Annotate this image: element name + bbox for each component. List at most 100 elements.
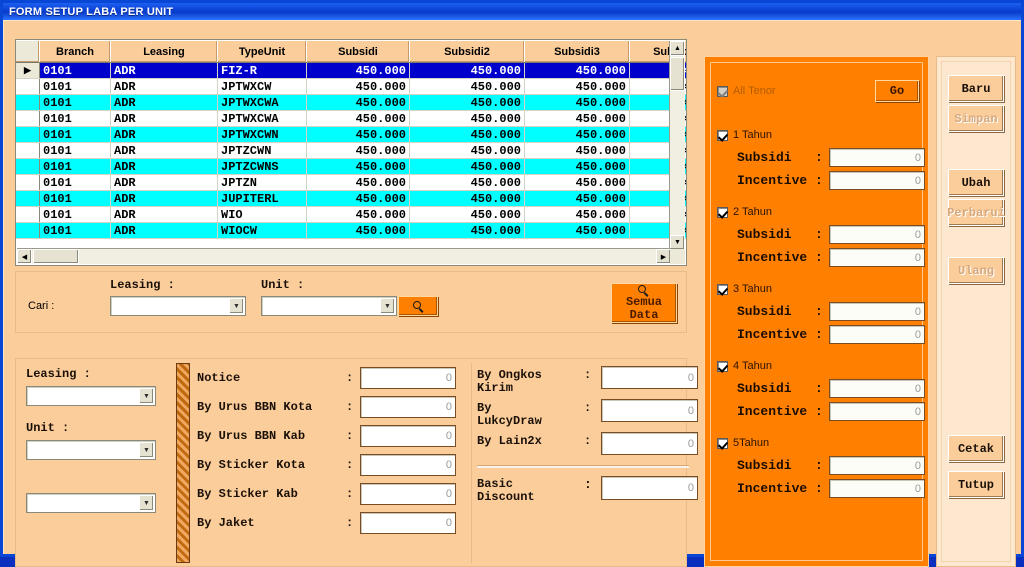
- cell-typeunit[interactable]: JUPITERL: [217, 190, 307, 207]
- cell-subsidi2[interactable]: 450.000: [409, 62, 525, 79]
- tenor-subsidi-input-4[interactable]: 0: [829, 379, 925, 398]
- row-selector-cell[interactable]: [16, 174, 40, 191]
- cell-subsidi[interactable]: 450.000: [306, 110, 410, 127]
- table-row[interactable]: 0101ADRJPTWXCWN450.000450.000450.000450.…: [16, 126, 686, 143]
- row-selector-cell[interactable]: ▶: [16, 62, 40, 79]
- row-selector-cell[interactable]: [16, 110, 40, 127]
- search-button[interactable]: [398, 296, 438, 316]
- tenor-incentive-input-4[interactable]: 0: [829, 402, 925, 421]
- cell-subsidi3[interactable]: 450.000: [524, 222, 630, 239]
- tenor-incentive-input-5[interactable]: 0: [829, 479, 925, 498]
- cell-typeunit[interactable]: JPTZCWNS: [217, 158, 307, 175]
- table-row[interactable]: 0101ADRJPTWXCWA450.000450.000450.000450.…: [16, 110, 686, 127]
- tenor-checkbox-1[interactable]: [717, 130, 728, 141]
- cell-subsidi[interactable]: 450.000: [306, 142, 410, 159]
- table-row[interactable]: 0101ADRWIO450.000450.000450.000450.0: [16, 206, 686, 223]
- cell-typeunit[interactable]: JPTWXCWA: [217, 110, 307, 127]
- cell-typeunit[interactable]: JPTZCWN: [217, 142, 307, 159]
- cell-subsidi[interactable]: 450.000: [306, 94, 410, 111]
- column-header-typeunit[interactable]: TypeUnit: [217, 40, 307, 63]
- column-header-subsidi2[interactable]: Subsidi2: [409, 40, 525, 63]
- tenor-subsidi-input-3[interactable]: 0: [829, 302, 925, 321]
- cell-subsidi3[interactable]: 450.000: [524, 174, 630, 191]
- column-header-subsidi3[interactable]: Subsidi3: [524, 40, 630, 63]
- cell-branch[interactable]: 0101: [39, 110, 111, 127]
- scroll-left-icon[interactable]: ◀: [17, 249, 32, 264]
- table-row[interactable]: 0101ADRJPTWXCW450.000450.000450.000450.0: [16, 78, 686, 95]
- scroll-up-icon[interactable]: ▲: [670, 41, 685, 56]
- cell-subsidi3[interactable]: 450.000: [524, 142, 630, 159]
- cell-leasing[interactable]: ADR: [110, 158, 218, 175]
- cell-leasing[interactable]: ADR: [110, 126, 218, 143]
- cell-leasing[interactable]: ADR: [110, 190, 218, 207]
- cell-leasing[interactable]: ADR: [110, 78, 218, 95]
- tenor-subsidi-input-5[interactable]: 0: [829, 456, 925, 475]
- row-selector-cell[interactable]: [16, 158, 40, 175]
- row-selector-cell[interactable]: [16, 206, 40, 223]
- detail-extra-combo[interactable]: ▼: [26, 493, 156, 513]
- table-row[interactable]: 0101ADRJPTZCWNS450.000450.000450.000450.…: [16, 158, 686, 175]
- field-input-5[interactable]: 0: [360, 512, 456, 534]
- cell-subsidi[interactable]: 450.000: [306, 190, 410, 207]
- field-input-2[interactable]: 0: [360, 425, 456, 447]
- table-row[interactable]: 0101ADRWIOCW450.000450.000450.000450.0: [16, 222, 686, 239]
- tenor-incentive-input-1[interactable]: 0: [829, 171, 925, 190]
- cell-branch[interactable]: 0101: [39, 222, 111, 239]
- scroll-right-icon[interactable]: ▶: [656, 249, 671, 264]
- chevron-down-icon[interactable]: ▼: [229, 298, 244, 314]
- chevron-down-icon[interactable]: ▼: [139, 388, 154, 404]
- cell-subsidi[interactable]: 450.000: [306, 206, 410, 223]
- cell-branch[interactable]: 0101: [39, 142, 111, 159]
- grid-horizontal-scrollbar[interactable]: ◀ ▶: [17, 248, 671, 264]
- cell-subsidi[interactable]: 450.000: [306, 78, 410, 95]
- scroll-down-icon[interactable]: ▼: [670, 235, 685, 250]
- cell-subsidi[interactable]: 450.000: [306, 62, 410, 79]
- cell-branch[interactable]: 0101: [39, 158, 111, 175]
- cell-typeunit[interactable]: JPTZN: [217, 174, 307, 191]
- cell-subsidi2[interactable]: 450.000: [409, 222, 525, 239]
- grid-vertical-scrollbar[interactable]: ▲ ▼: [669, 41, 685, 250]
- cell-branch[interactable]: 0101: [39, 78, 111, 95]
- cell-subsidi2[interactable]: 450.000: [409, 206, 525, 223]
- horizontal-scroll-thumb[interactable]: [33, 249, 79, 264]
- cell-subsidi3[interactable]: 450.000: [524, 126, 630, 143]
- cell-branch[interactable]: 0101: [39, 206, 111, 223]
- row-selector-cell[interactable]: [16, 78, 40, 95]
- cell-typeunit[interactable]: JPTWXCW: [217, 78, 307, 95]
- cell-subsidi2[interactable]: 450.000: [409, 158, 525, 175]
- cell-branch[interactable]: 0101: [39, 94, 111, 111]
- tenor-checkbox-5[interactable]: [717, 438, 728, 449]
- semua-data-button[interactable]: Semua Data: [611, 283, 677, 323]
- cell-subsidi2[interactable]: 450.000: [409, 94, 525, 111]
- chevron-down-icon[interactable]: ▼: [139, 495, 154, 511]
- table-row[interactable]: 0101ADRJUPITERL450.000450.000450.000450.…: [16, 190, 686, 207]
- row-selector-cell[interactable]: [16, 222, 40, 239]
- data-grid[interactable]: Branch Leasing TypeUnit Subsidi Subsidi2…: [15, 39, 687, 266]
- tutup-button[interactable]: Tutup: [948, 471, 1004, 498]
- tenor-incentive-input-2[interactable]: 0: [829, 248, 925, 267]
- tenor-checkbox-2[interactable]: [717, 207, 728, 218]
- column-header-branch[interactable]: Branch: [39, 40, 111, 63]
- cell-leasing[interactable]: ADR: [110, 174, 218, 191]
- right-field-input-1[interactable]: 0: [601, 399, 698, 422]
- cell-leasing[interactable]: ADR: [110, 62, 218, 79]
- cell-subsidi2[interactable]: 450.000: [409, 190, 525, 207]
- vertical-scroll-thumb[interactable]: [670, 57, 685, 91]
- right-field-input-2[interactable]: 0: [601, 432, 698, 455]
- table-row[interactable]: 0101ADRJPTWXCWA450.000450.000450.000450.…: [16, 94, 686, 111]
- cell-subsidi2[interactable]: 450.000: [409, 142, 525, 159]
- cell-leasing[interactable]: ADR: [110, 142, 218, 159]
- baru-button[interactable]: Baru: [948, 75, 1004, 102]
- column-header-subsidi[interactable]: Subsidi: [306, 40, 410, 63]
- cell-branch[interactable]: 0101: [39, 190, 111, 207]
- cell-subsidi[interactable]: 450.000: [306, 158, 410, 175]
- tenor-subsidi-input-2[interactable]: 0: [829, 225, 925, 244]
- field-input-3[interactable]: 0: [360, 454, 456, 476]
- tenor-checkbox-4[interactable]: [717, 361, 728, 372]
- cell-leasing[interactable]: ADR: [110, 110, 218, 127]
- cell-subsidi3[interactable]: 450.000: [524, 94, 630, 111]
- cell-subsidi2[interactable]: 450.000: [409, 110, 525, 127]
- field-input-0[interactable]: 0: [360, 367, 456, 389]
- cell-subsidi3[interactable]: 450.000: [524, 190, 630, 207]
- table-row[interactable]: 0101ADRJPTZCWN450.000450.000450.000450.0: [16, 142, 686, 159]
